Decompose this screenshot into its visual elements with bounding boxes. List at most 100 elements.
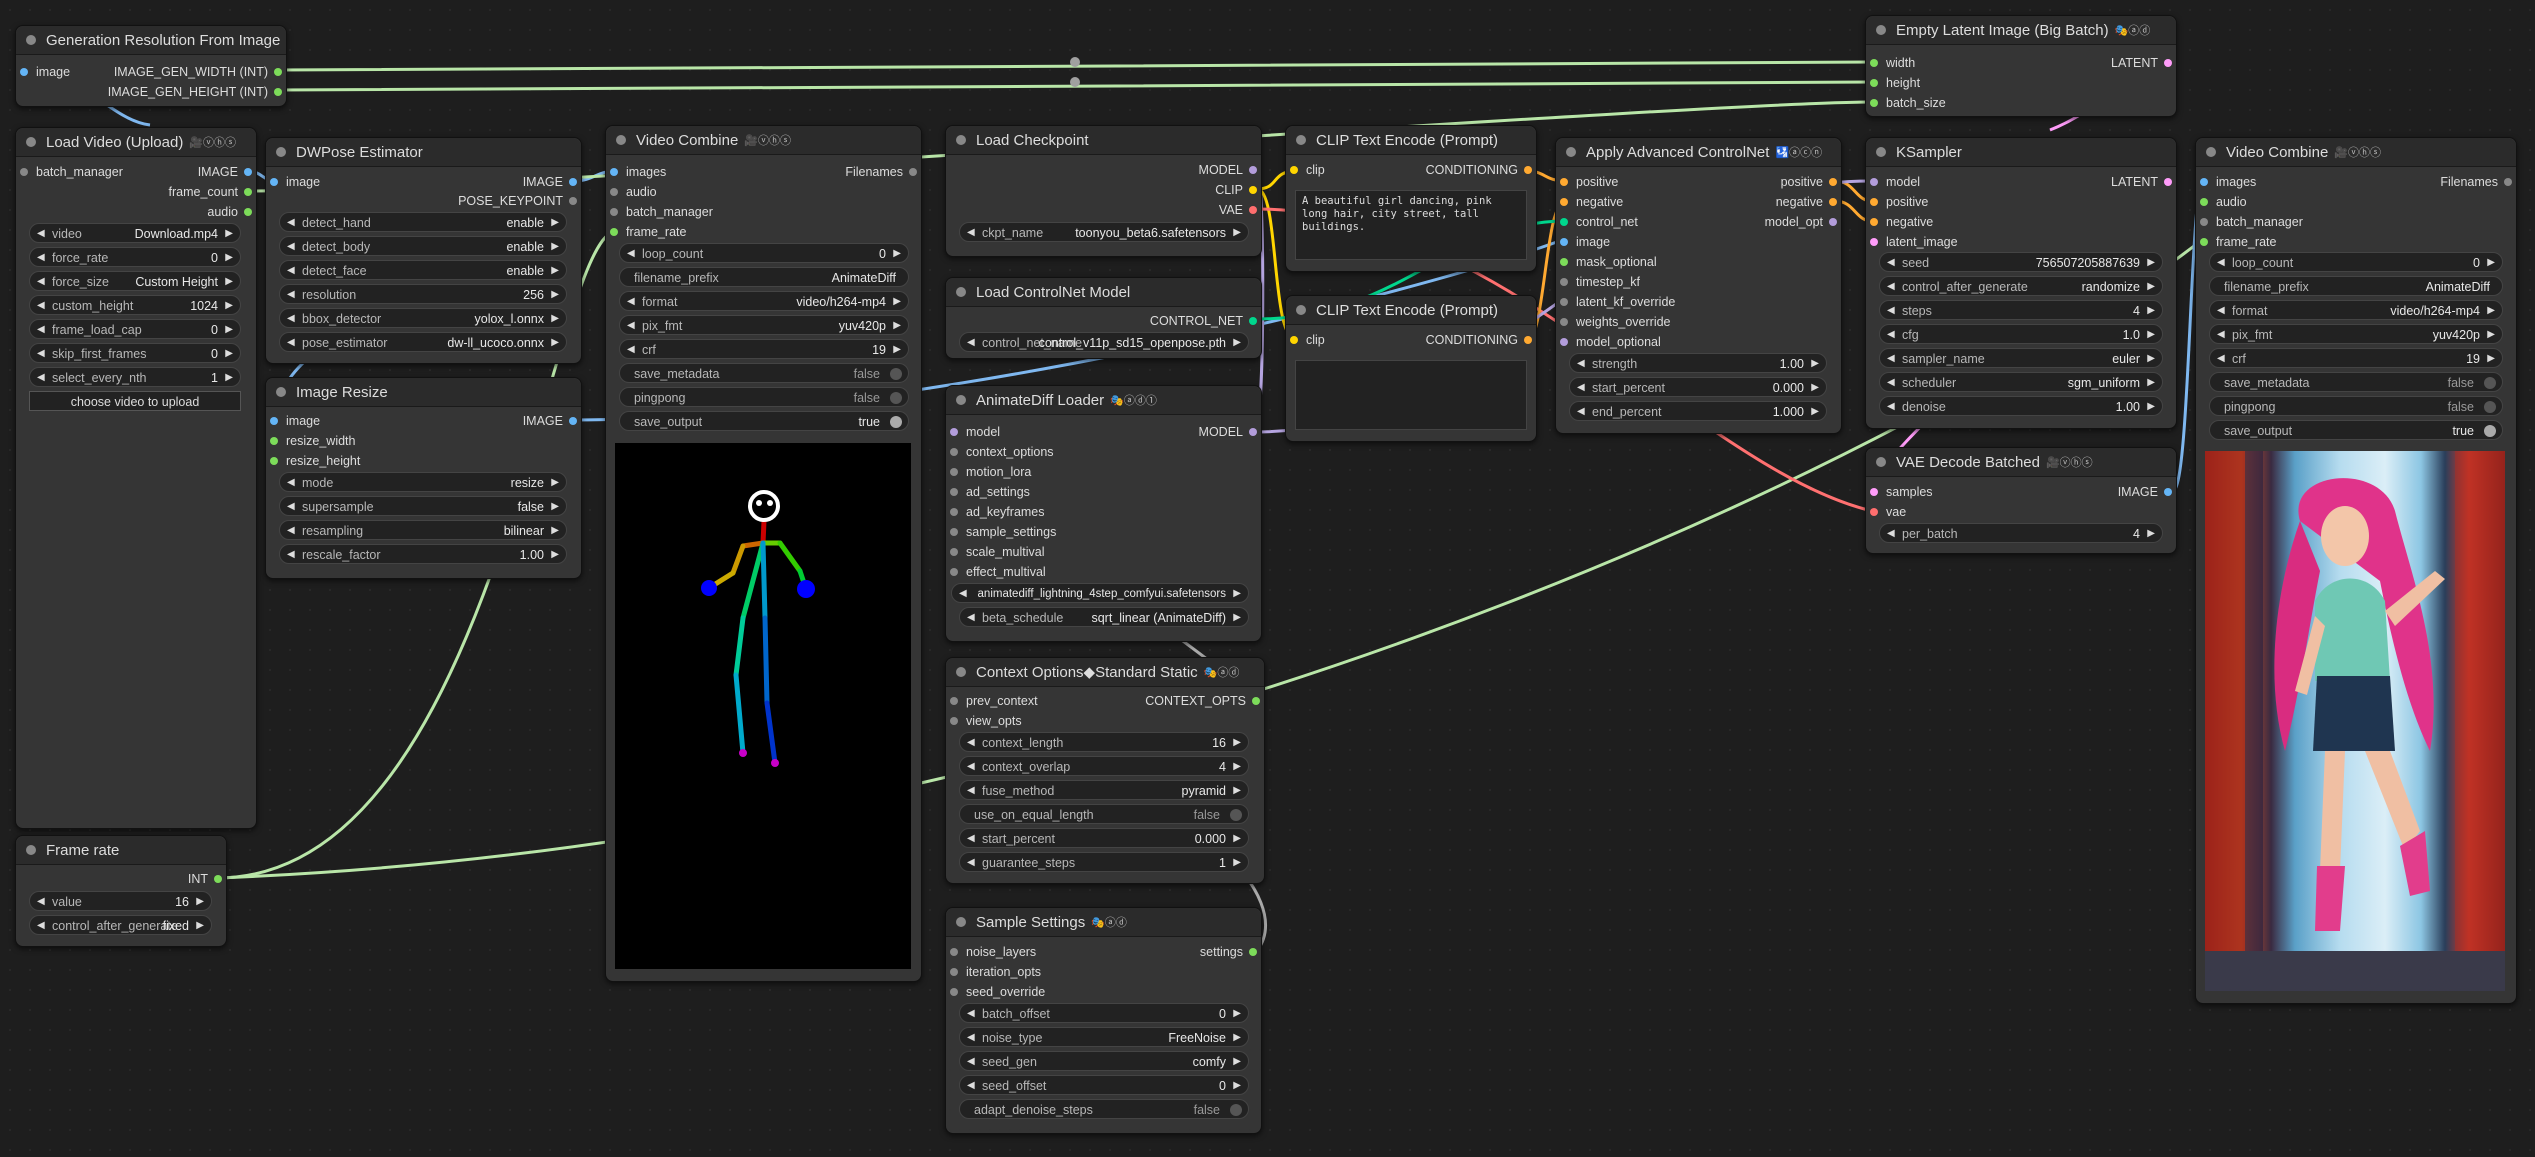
socket-icon[interactable] xyxy=(909,168,917,176)
arrow-left-icon[interactable]: ◀ xyxy=(287,333,295,353)
socket-icon[interactable] xyxy=(274,68,282,76)
input-context-options[interactable]: context_options xyxy=(948,444,1054,460)
widget-loop-count[interactable]: ◀ loop_count 0 ▶ xyxy=(2209,252,2503,272)
node-load-video[interactable]: Load Video (Upload) 🎥ⓥⓗⓢ batch_manager IM… xyxy=(15,127,257,829)
collapse-dot-icon[interactable] xyxy=(1296,305,1306,315)
socket-icon[interactable] xyxy=(1560,198,1568,206)
arrow-right-icon[interactable]: ▶ xyxy=(893,316,901,336)
arrow-left-icon[interactable]: ◀ xyxy=(967,781,975,801)
socket-icon[interactable] xyxy=(2164,488,2172,496)
collapse-dot-icon[interactable] xyxy=(1876,147,1886,157)
widget-video[interactable]: ◀ video Download.mp4 ▶ xyxy=(29,223,241,243)
widget-control-after-generate[interactable]: ◀ control_after_generate randomize ▶ xyxy=(1879,276,2163,296)
node-clip-text-encode-negative[interactable]: CLIP Text Encode (Prompt) clip CONDITION… xyxy=(1285,295,1537,442)
node-title-bar[interactable]: Image Resize xyxy=(266,378,581,407)
widget-model-name[interactable]: ◀ animatediff_lightning_4step_comfyui.saf… xyxy=(951,583,1249,603)
input-image[interactable]: image xyxy=(268,174,320,190)
toggle-knob-icon[interactable] xyxy=(2484,425,2496,437)
socket-icon[interactable] xyxy=(270,457,278,465)
input-model[interactable]: model xyxy=(948,424,1000,440)
socket-icon[interactable] xyxy=(950,468,958,476)
socket-icon[interactable] xyxy=(569,197,577,205)
input-ad-keyframes[interactable]: ad_keyframes xyxy=(948,504,1045,520)
arrow-right-icon[interactable]: ▶ xyxy=(893,292,901,312)
widget-control-after-generate[interactable]: ◀ control_after_generate fixed ▶ xyxy=(29,915,212,935)
widget-force-size[interactable]: ◀ force_size Custom Height ▶ xyxy=(29,271,241,291)
widget-fuse-method[interactable]: ◀ fuse_method pyramid ▶ xyxy=(959,780,1249,800)
socket-icon[interactable] xyxy=(1870,99,1878,107)
collapse-dot-icon[interactable] xyxy=(26,35,36,45)
toggle-save-output[interactable]: save_output true xyxy=(2209,420,2503,440)
output-image[interactable]: IMAGE xyxy=(2118,484,2174,500)
output-positive[interactable]: positive xyxy=(1781,174,1839,190)
socket-icon[interactable] xyxy=(2200,198,2208,206)
arrow-right-icon[interactable]: ▶ xyxy=(2487,253,2495,273)
output-control-net[interactable]: CONTROL_NET xyxy=(1150,313,1259,329)
output-model[interactable]: MODEL xyxy=(1199,162,1259,178)
arrow-right-icon[interactable]: ▶ xyxy=(551,261,559,281)
socket-icon[interactable] xyxy=(2164,59,2172,67)
socket-icon[interactable] xyxy=(950,528,958,536)
socket-icon[interactable] xyxy=(1870,218,1878,226)
node-title-bar[interactable]: Video Combine 🎥ⓥⓗⓢ xyxy=(2196,138,2516,167)
node-title-bar[interactable]: Video Combine 🎥ⓥⓗⓢ xyxy=(606,126,921,155)
output-filenames[interactable]: Filenames xyxy=(2440,174,2514,190)
arrow-left-icon[interactable]: ◀ xyxy=(627,292,635,312)
arrow-left-icon[interactable]: ◀ xyxy=(2217,349,2225,369)
socket-icon[interactable] xyxy=(1560,178,1568,186)
node-generation-resolution[interactable]: Generation Resolution From Image image I… xyxy=(15,25,287,107)
socket-icon[interactable] xyxy=(2504,178,2512,186)
input-negative[interactable]: negative xyxy=(1868,214,1933,230)
collapse-dot-icon[interactable] xyxy=(26,845,36,855)
socket-icon[interactable] xyxy=(1290,336,1298,344)
input-frame-rate[interactable]: frame_rate xyxy=(608,224,686,240)
input-mask-optional[interactable]: mask_optional xyxy=(1558,254,1657,270)
input-clip[interactable]: clip xyxy=(1288,332,1325,348)
node-title-bar[interactable]: Load Video (Upload) 🎥ⓥⓗⓢ xyxy=(16,128,256,157)
arrow-left-icon[interactable]: ◀ xyxy=(2217,253,2225,273)
socket-icon[interactable] xyxy=(1252,697,1260,705)
node-image-resize[interactable]: Image Resize image IMAGE resize_width re… xyxy=(265,377,582,579)
socket-icon[interactable] xyxy=(950,988,958,996)
input-batch-manager[interactable]: batch_manager xyxy=(608,204,713,220)
node-title-bar[interactable]: Load ControlNet Model xyxy=(946,278,1261,307)
widget-format[interactable]: ◀ format video/h264-mp4 ▶ xyxy=(619,291,909,311)
socket-icon[interactable] xyxy=(244,208,252,216)
input-motion-lora[interactable]: motion_lora xyxy=(948,464,1031,480)
arrow-right-icon[interactable]: ▶ xyxy=(551,309,559,329)
input-clip[interactable]: clip xyxy=(1288,162,1325,178)
socket-icon[interactable] xyxy=(1829,218,1837,226)
arrow-left-icon[interactable]: ◀ xyxy=(287,473,295,493)
output-conditioning[interactable]: CONDITIONING xyxy=(1426,162,1534,178)
arrow-left-icon[interactable]: ◀ xyxy=(287,261,295,281)
input-scale-multival[interactable]: scale_multival xyxy=(948,544,1045,560)
node-video-combine-pose[interactable]: Video Combine 🎥ⓥⓗⓢ images Filenames audio… xyxy=(605,125,922,982)
output-negative[interactable]: negative xyxy=(1776,194,1839,210)
arrow-right-icon[interactable]: ▶ xyxy=(2147,301,2155,321)
socket-icon[interactable] xyxy=(1249,206,1257,214)
socket-icon[interactable] xyxy=(950,508,958,516)
node-apply-advanced-controlnet[interactable]: Apply Advanced ControlNet 🛂ⓐⓒⓝ positive n… xyxy=(1555,137,1842,434)
socket-icon[interactable] xyxy=(950,968,958,976)
arrow-left-icon[interactable]: ◀ xyxy=(37,320,45,340)
socket-icon[interactable] xyxy=(1829,178,1837,186)
arrow-left-icon[interactable]: ◀ xyxy=(1577,402,1585,422)
widget-start-percent[interactable]: ◀ start_percent 0.000 ▶ xyxy=(959,828,1249,848)
input-positive[interactable]: positive xyxy=(1558,174,1618,190)
input-control-net[interactable]: control_net xyxy=(1558,214,1638,230)
arrow-left-icon[interactable]: ◀ xyxy=(37,344,45,364)
arrow-right-icon[interactable]: ▶ xyxy=(1233,333,1241,353)
widget-mode[interactable]: ◀ mode resize ▶ xyxy=(279,472,567,492)
arrow-left-icon[interactable]: ◀ xyxy=(1887,373,1895,393)
arrow-left-icon[interactable]: ◀ xyxy=(627,316,635,336)
widget-detect-face[interactable]: ◀ detect_face enable ▶ xyxy=(279,260,567,280)
arrow-right-icon[interactable]: ▶ xyxy=(1233,1076,1241,1096)
input-model-optional[interactable]: model_optional xyxy=(1558,334,1661,350)
socket-icon[interactable] xyxy=(950,948,958,956)
input-frame-rate[interactable]: frame_rate xyxy=(2198,234,2276,250)
widget-crf[interactable]: ◀ crf 19 ▶ xyxy=(2209,348,2503,368)
output-image[interactable]: IMAGE xyxy=(198,164,254,180)
output-int[interactable]: INT xyxy=(188,871,224,887)
node-title-bar[interactable]: Apply Advanced ControlNet 🛂ⓐⓒⓝ xyxy=(1556,138,1841,167)
socket-icon[interactable] xyxy=(270,178,278,186)
